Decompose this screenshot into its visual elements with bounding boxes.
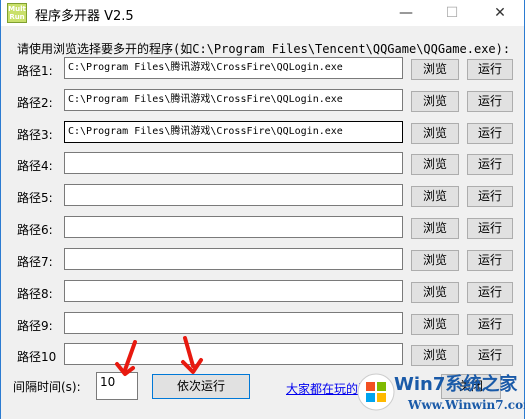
path-input-5[interactable] [64, 184, 403, 206]
run-button-7[interactable]: 运行 [467, 250, 513, 271]
browse-button-9[interactable]: 浏览 [411, 314, 459, 335]
path-input-1[interactable]: C:\Program Files\腾讯游戏\CrossFire\QQLogin.… [64, 57, 403, 79]
interval-input[interactable]: 10 [96, 372, 138, 400]
browse-button-8[interactable]: 浏览 [411, 282, 459, 303]
maximize-button[interactable]: ☐ [429, 0, 475, 26]
main-window: Mult Run 程序多开器 V2.5 — ☐ ✕ 请使用浏览选择要多开的程序(… [0, 0, 525, 419]
path-label: 路径5: [17, 191, 53, 205]
run-button-10[interactable]: 运行 [467, 345, 513, 366]
path-label: 路径1: [17, 64, 53, 78]
path-input-6[interactable] [64, 216, 403, 238]
run-button-9[interactable]: 运行 [467, 314, 513, 335]
path-input-7[interactable] [64, 248, 403, 270]
browse-button-1[interactable]: 浏览 [411, 59, 459, 80]
path-label: 路径10 [17, 350, 57, 364]
path-label: 路径2: [17, 96, 53, 110]
path-label: 路径7: [17, 255, 53, 269]
path-input-10[interactable] [64, 343, 403, 365]
run-button-3[interactable]: 运行 [467, 123, 513, 144]
games-link[interactable]: 大家都在玩的游戏 [286, 380, 382, 397]
browse-button-4[interactable]: 浏览 [411, 154, 459, 175]
app-icon: Mult Run [7, 3, 27, 23]
path-input-4[interactable] [64, 152, 403, 174]
browse-button-7[interactable]: 浏览 [411, 250, 459, 271]
browse-button-6[interactable]: 浏览 [411, 218, 459, 239]
run-button-5[interactable]: 运行 [467, 186, 513, 207]
run-button-2[interactable]: 运行 [467, 91, 513, 112]
path-input-9[interactable] [64, 312, 403, 334]
path-label: 路径9: [17, 319, 53, 333]
path-label: 路径4: [17, 159, 53, 173]
path-row-10: 路径10 浏览 运行 [1, 343, 524, 369]
path-label: 路径6: [17, 223, 53, 237]
path-input-3[interactable]: C:\Program Files\腾讯游戏\CrossFire\QQLogin.… [64, 121, 403, 143]
close-window-button[interactable]: ✕ [477, 0, 523, 26]
run-button-6[interactable]: 运行 [467, 218, 513, 239]
watermark-url: Www.Winwin7.com [408, 398, 525, 412]
path-input-8[interactable] [64, 280, 403, 302]
path-row-3: 路径3: C:\Program Files\腾讯游戏\CrossFire\QQLo… [1, 121, 524, 147]
path-row-8: 路径8: 浏览 运行 [1, 280, 524, 306]
title-bar[interactable]: Mult Run 程序多开器 V2.5 — ☐ ✕ [1, 0, 524, 26]
instruction-text: 请使用浏览选择要多开的程序(如C:\Program Files\Tencent\… [17, 42, 511, 56]
minimize-button[interactable]: — [383, 0, 429, 26]
path-row-2: 路径2: C:\Program Files\腾讯游戏\CrossFire\QQLo… [1, 89, 524, 115]
close-button[interactable]: 关闭 [441, 374, 501, 399]
browse-button-10[interactable]: 浏览 [411, 345, 459, 366]
path-row-1: 路径1: C:\Program Files\腾讯游戏\CrossFire\QQLo… [1, 57, 524, 83]
run-button-1[interactable]: 运行 [467, 59, 513, 80]
path-row-7: 路径7: 浏览 运行 [1, 248, 524, 274]
run-button-4[interactable]: 运行 [467, 154, 513, 175]
browse-button-2[interactable]: 浏览 [411, 91, 459, 112]
path-input-2[interactable]: C:\Program Files\腾讯游戏\CrossFire\QQLogin.… [64, 89, 403, 111]
window-title: 程序多开器 V2.5 [35, 9, 134, 24]
interval-label: 间隔时间(s): [13, 380, 81, 394]
sequential-run-button[interactable]: 依次运行 [152, 374, 250, 399]
path-row-5: 路径5: 浏览 运行 [1, 184, 524, 210]
browse-button-3[interactable]: 浏览 [411, 123, 459, 144]
path-row-6: 路径6: 浏览 运行 [1, 216, 524, 242]
path-row-9: 路径9: 浏览 运行 [1, 312, 524, 338]
browse-button-5[interactable]: 浏览 [411, 186, 459, 207]
path-label: 路径8: [17, 287, 53, 301]
path-label: 路径3: [17, 128, 53, 142]
path-row-4: 路径4: 浏览 运行 [1, 152, 524, 178]
run-button-8[interactable]: 运行 [467, 282, 513, 303]
